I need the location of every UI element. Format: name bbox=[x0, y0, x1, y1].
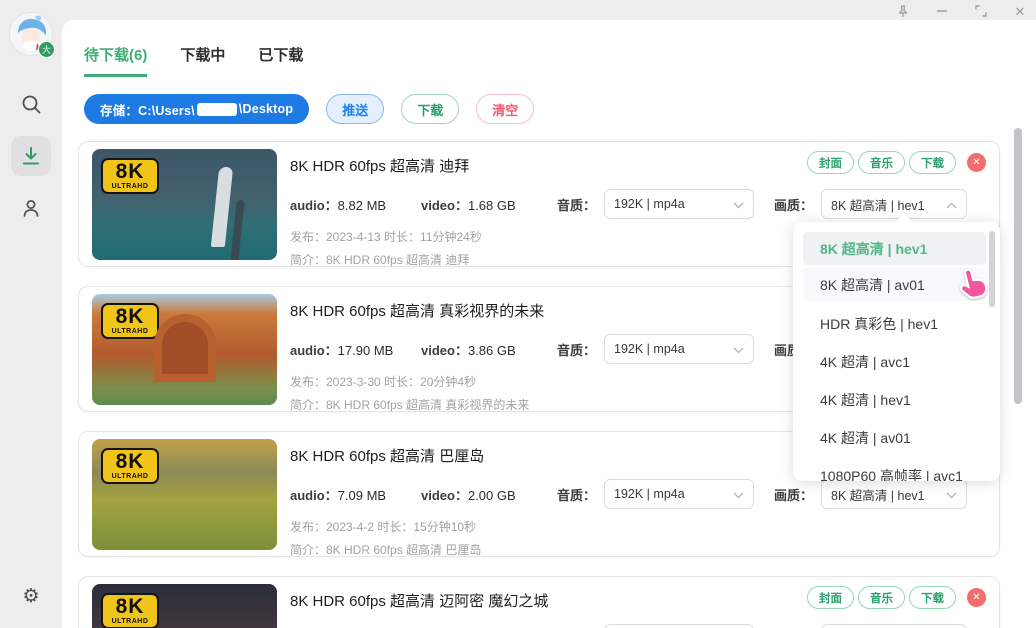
remove-card-icon[interactable]: ✕ bbox=[967, 588, 986, 607]
cover-button[interactable]: 封面 bbox=[807, 586, 854, 609]
storage-path-button[interactable]: 存储：C:\Users\ \Desktop bbox=[84, 94, 310, 124]
chevron-down-icon bbox=[733, 347, 744, 354]
video-size-value: 2.00 GB bbox=[467, 487, 516, 503]
user-icon bbox=[23, 200, 39, 217]
chevron-down-icon bbox=[733, 492, 744, 499]
download-button[interactable]: 下载 bbox=[909, 151, 956, 174]
8k-quality-badge: 8K ULTRAHD bbox=[101, 303, 159, 339]
main-scrollbar[interactable] bbox=[1014, 128, 1022, 404]
sidebar: 大 ⚙ bbox=[0, 0, 62, 628]
quality-option[interactable]: 4K 超清 | av01 bbox=[803, 419, 986, 457]
card-actions: 封面 音乐 下载 ✕ bbox=[807, 151, 986, 174]
audio-quality-select[interactable]: 192K | mp4a bbox=[604, 189, 755, 219]
audio-quality-label: 音质： bbox=[557, 487, 597, 503]
quality-option[interactable]: 4K 超清 | hev1 bbox=[803, 381, 986, 419]
tab-downloaded[interactable]: 已下载 bbox=[258, 44, 303, 77]
cover-button[interactable]: 封面 bbox=[807, 151, 854, 174]
music-button[interactable]: 音乐 bbox=[858, 151, 905, 174]
8k-quality-badge: 8K ULTRAHD bbox=[101, 593, 159, 628]
hand-cursor-icon bbox=[959, 268, 988, 299]
audio-quality-select[interactable]: 192K | mp4a bbox=[604, 334, 755, 364]
download-button[interactable]: 下载 bbox=[909, 586, 956, 609]
video-quality-select[interactable]: 8K 超高清 | hev1 bbox=[821, 189, 968, 219]
clear-button[interactable]: 清空 bbox=[476, 94, 535, 124]
8k-quality-badge: 8K ULTRAHD bbox=[101, 158, 159, 194]
chevron-down-icon bbox=[946, 202, 957, 209]
tab-pending[interactable]: 待下载(6) bbox=[84, 44, 148, 77]
avatar-level-badge: 大 bbox=[38, 41, 55, 58]
video-quality-label: 画质： bbox=[774, 487, 814, 503]
minimize-icon[interactable] bbox=[934, 3, 950, 19]
video-size-label: video： bbox=[421, 342, 468, 358]
sidebar-item-downloads[interactable] bbox=[11, 136, 51, 176]
storage-prefix: 存储：C:\Users\ bbox=[100, 103, 195, 118]
8k-quality-badge: 8K ULTRAHD bbox=[101, 448, 159, 484]
download-icon bbox=[23, 147, 39, 165]
video-quality-select[interactable]: 8K 超高清 | hev1 bbox=[821, 624, 968, 628]
maximize-icon[interactable] bbox=[973, 3, 989, 19]
audio-size-value: 7.09 MB bbox=[337, 487, 387, 503]
music-button[interactable]: 音乐 bbox=[858, 586, 905, 609]
quality-option[interactable]: 8K 超高清 | hev1 bbox=[803, 232, 986, 265]
sidebar-item-user[interactable] bbox=[11, 188, 51, 228]
tab-downloading[interactable]: 下载中 bbox=[180, 44, 225, 77]
audio-quality-select[interactable]: 192K | mp4a bbox=[604, 624, 755, 628]
description: 简介：8K HDR 60fps 超高清 巴厘岛 bbox=[290, 543, 482, 557]
audio-size-label: audio： bbox=[290, 342, 338, 358]
video-size-value: 3.86 GB bbox=[467, 342, 516, 358]
card-actions: 封面 音乐 下载 ✕ bbox=[807, 586, 986, 609]
video-quality-select[interactable]: 8K 超高清 | hev1 bbox=[821, 479, 968, 509]
search-icon bbox=[22, 95, 40, 113]
quality-option[interactable]: 1080P60 高帧率 | avc1 bbox=[803, 457, 986, 481]
video-quality-label: 画质： bbox=[774, 197, 814, 213]
audio-quality-select[interactable]: 192K | mp4a bbox=[604, 479, 755, 509]
chevron-down-icon bbox=[946, 492, 957, 499]
audio-size-label: audio： bbox=[290, 487, 338, 503]
tabs: 待下载(6) 下载中 已下载 bbox=[62, 20, 1036, 77]
chevron-down-icon bbox=[733, 202, 744, 209]
push-button[interactable]: 推送 bbox=[326, 94, 385, 124]
storage-suffix: \Desktop bbox=[238, 102, 294, 116]
video-size-value: 1.68 GB bbox=[467, 197, 516, 213]
settings-gear-icon[interactable]: ⚙ bbox=[0, 585, 62, 608]
audio-size-value: 8.82 MB bbox=[337, 197, 387, 213]
pin-icon[interactable] bbox=[895, 3, 911, 19]
audio-size-label: audio： bbox=[290, 197, 338, 213]
audio-size-value: 17.90 MB bbox=[337, 342, 394, 358]
video-thumbnail: 8K ULTRAHD bbox=[92, 149, 277, 260]
video-card: 8K ULTRAHD 8K HDR 60fps 超高清 迈阿密 魔幻之城 封面 … bbox=[78, 576, 1000, 628]
video-thumbnail: 8K ULTRAHD bbox=[92, 584, 277, 628]
video-size-label: video： bbox=[421, 487, 468, 503]
remove-card-icon[interactable]: ✕ bbox=[967, 153, 986, 172]
close-window-icon[interactable]: ✕ bbox=[1012, 3, 1028, 19]
toolbar: 存储：C:\Users\ \Desktop 推送 下载 清空 bbox=[84, 94, 1036, 124]
redacted-username bbox=[196, 102, 237, 116]
titlebar: ✕ bbox=[0, 0, 1036, 20]
download-all-button[interactable]: 下载 bbox=[401, 94, 460, 124]
video-thumbnail: 8K ULTRAHD bbox=[92, 439, 277, 550]
quality-option[interactable]: 4K 超清 | avc1 bbox=[803, 343, 986, 381]
audio-quality-label: 音质： bbox=[557, 197, 597, 213]
video-thumbnail: 8K ULTRAHD bbox=[92, 294, 277, 405]
audio-quality-label: 音质： bbox=[557, 342, 597, 358]
quality-dropdown-panel: 8K 超高清 | hev1 8K 超高清 | av01 HDR 真彩色 | hev1… bbox=[793, 222, 1000, 481]
video-size-label: video： bbox=[421, 197, 468, 213]
sidebar-item-search[interactable] bbox=[11, 84, 51, 124]
quality-option[interactable]: HDR 真彩色 | hev1 bbox=[803, 305, 986, 343]
publish-info: 发布：2023-4-2 时长：15分钟10秒 bbox=[290, 520, 477, 534]
